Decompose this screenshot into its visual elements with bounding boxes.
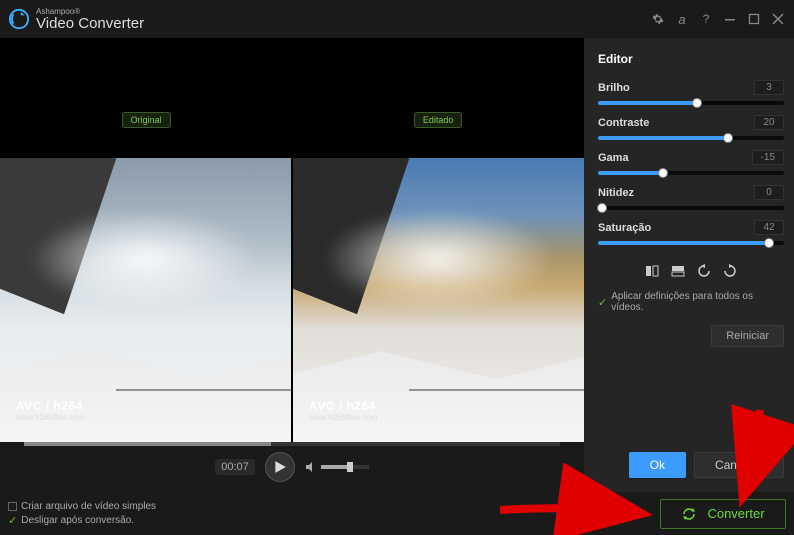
preview-pane: Original Editado AVC / h264 www.h265file… <box>0 38 584 492</box>
volume-icon <box>305 461 317 473</box>
titlebar: Ashampoo® Video Converter a ? <box>0 0 794 38</box>
apply-all-check[interactable]: ✓ Aplicar definições para todos os vídeo… <box>598 291 784 313</box>
apply-all-label: Aplicar definições para todos os vídeos. <box>611 291 784 313</box>
close-icon[interactable] <box>770 11 786 27</box>
slider-value[interactable]: 3 <box>754 80 784 95</box>
minimize-icon[interactable] <box>722 11 738 27</box>
brand-large: Video Converter <box>36 16 144 31</box>
original-tag: Original <box>122 112 171 128</box>
slider-value[interactable]: -15 <box>752 150 784 165</box>
watermark-codec: AVC / h264 <box>309 399 377 413</box>
maximize-icon[interactable] <box>746 11 762 27</box>
editor-title: Editor <box>598 52 784 66</box>
tool-icons <box>598 261 784 281</box>
watermark-site: www.h265files.com <box>16 413 84 422</box>
edited-tag: Editado <box>414 112 463 128</box>
slider-contraste: Contraste 20 <box>598 115 784 140</box>
slider-track[interactable] <box>598 206 784 210</box>
thumb-edited: AVC / h264 www.h265files.com <box>293 158 584 442</box>
checkbox-icon <box>8 502 17 511</box>
playback-controls: 00:07 <box>0 442 584 492</box>
help-icon[interactable]: ? <box>698 11 714 27</box>
play-button[interactable] <box>265 452 295 482</box>
cancel-button[interactable]: Cancelar <box>694 452 784 478</box>
slider-track[interactable] <box>598 241 784 245</box>
simple-file-label: Criar arquivo de vídeo simples <box>21 501 156 512</box>
app-logo-icon <box>8 8 30 30</box>
check-icon: ✓ <box>598 296 607 309</box>
rotate-left-icon[interactable] <box>694 261 714 281</box>
slider-label: Nitidez <box>598 187 634 199</box>
thumb-original: AVC / h264 www.h265files.com <box>0 158 291 442</box>
simple-file-check[interactable]: Criar arquivo de vídeo simples <box>8 501 156 512</box>
slider-value[interactable]: 42 <box>754 220 784 235</box>
check-icon: ✓ <box>8 514 17 527</box>
slider-value[interactable]: 0 <box>754 185 784 200</box>
ok-button[interactable]: Ok <box>629 452 686 478</box>
volume-control[interactable] <box>305 461 369 473</box>
convert-button[interactable]: Converter <box>660 499 786 529</box>
brand-a-icon[interactable]: a <box>674 11 690 27</box>
slider-label: Gama <box>598 152 629 164</box>
slider-gama: Gama -15 <box>598 150 784 175</box>
timeline[interactable] <box>24 442 560 446</box>
slider-label: Brilho <box>598 82 630 94</box>
convert-label: Converter <box>707 506 764 521</box>
shutdown-check[interactable]: ✓ Desligar após conversão. <box>8 514 156 527</box>
bottombar: Criar arquivo de vídeo simples ✓ Desligar… <box>0 492 794 535</box>
reset-button[interactable]: Reiniciar <box>711 325 784 347</box>
slider-label: Contraste <box>598 117 649 129</box>
current-time: 00:07 <box>215 459 255 475</box>
watermark-site: www.h265files.com <box>309 413 377 422</box>
slider-value[interactable]: 20 <box>754 115 784 130</box>
watermark-codec: AVC / h264 <box>16 399 84 413</box>
flip-horizontal-icon[interactable] <box>642 261 662 281</box>
slider-saturacao: Saturação 42 <box>598 220 784 245</box>
slider-nitidez: Nitidez 0 <box>598 185 784 210</box>
slider-track[interactable] <box>598 101 784 105</box>
shutdown-label: Desligar após conversão. <box>21 515 134 526</box>
slider-track[interactable] <box>598 136 784 140</box>
editor-panel: Editor Brilho 3 Contraste 20 Gama -15 Nitid… <box>584 38 794 492</box>
refresh-icon <box>681 506 697 522</box>
flip-vertical-icon[interactable] <box>668 261 688 281</box>
gear-icon[interactable] <box>650 11 666 27</box>
slider-brilho: Brilho 3 <box>598 80 784 105</box>
slider-track[interactable] <box>598 171 784 175</box>
slider-label: Saturação <box>598 222 651 234</box>
main-area: Original Editado AVC / h264 www.h265file… <box>0 38 794 492</box>
rotate-right-icon[interactable] <box>720 261 740 281</box>
preview-videos: Original Editado AVC / h264 www.h265file… <box>0 38 584 442</box>
